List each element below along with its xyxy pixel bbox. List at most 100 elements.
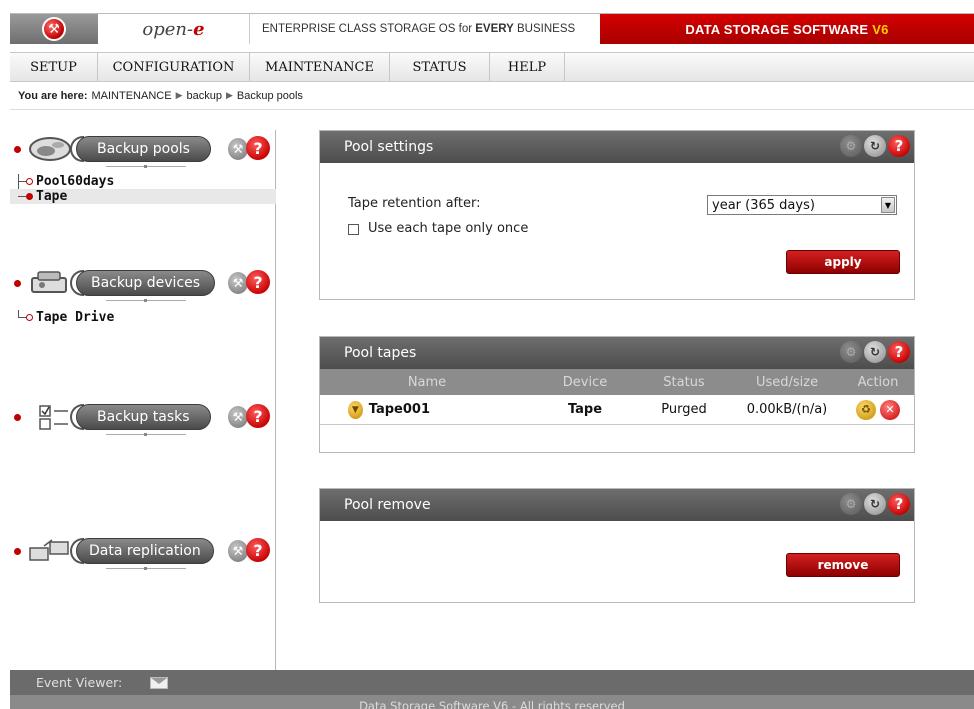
- panel-pool-settings: Pool settings ⚙ ↻ ? Tape retention after…: [319, 130, 915, 300]
- brand-cell: open-e: [98, 14, 250, 44]
- col-name: Name: [407, 374, 447, 390]
- top-header: ⚒ open-e ENTERPRISE CLASS STORAGE OS for…: [10, 13, 974, 44]
- logo-cell: ⚒: [10, 14, 98, 44]
- table-row: ▼ Tape001 Tape Purged 0.00kB/(n/a) ♻ ✕: [320, 395, 914, 425]
- data-replication-icon: [29, 539, 69, 561]
- tree-item-pool60days[interactable]: Pool60days: [10, 174, 276, 189]
- section-backup-devices: Backup devices ⚒ ?: [10, 264, 276, 310]
- chevron-right-icon: ▶: [175, 90, 183, 100]
- backup-tasks-icon: [39, 405, 68, 430]
- section-title-backup-devices[interactable]: Backup devices: [76, 270, 216, 296]
- section-backup-tasks: Backup tasks ⚒ ?: [10, 398, 276, 444]
- retention-select[interactable]: year (365 days) ▼: [707, 195, 897, 215]
- col-action: Action: [857, 374, 899, 390]
- slogan-suffix: BUSINESS: [517, 23, 576, 35]
- help-icon[interactable]: ?: [246, 404, 270, 428]
- help-icon[interactable]: ?: [888, 135, 910, 157]
- tape-device: Tape: [567, 402, 603, 417]
- help-icon[interactable]: ?: [246, 270, 270, 294]
- section-underline: [106, 567, 186, 570]
- tree-node-icon: [26, 193, 33, 200]
- breadcrumb-backup[interactable]: backup: [186, 90, 221, 102]
- menu-status[interactable]: STATUS: [390, 53, 490, 81]
- section-data-replication: Data replication ⚒ ?: [10, 532, 276, 578]
- chevron-right-icon: ▶: [225, 90, 233, 100]
- wrench-icon[interactable]: ⚒: [228, 138, 248, 160]
- breadcrumb-maintenance[interactable]: MAINTENANCE: [92, 90, 172, 102]
- apply-button[interactable]: apply: [786, 250, 900, 274]
- help-icon[interactable]: ?: [246, 136, 270, 160]
- tape-name-cell[interactable]: ▼ Tape001: [320, 400, 430, 419]
- wrench-icon[interactable]: ⚒: [228, 272, 248, 294]
- section-backup-pools: Backup pools ⚒ ?: [10, 130, 276, 176]
- refresh-icon[interactable]: ↻: [864, 493, 886, 515]
- settings-icon: ⚙: [840, 493, 862, 515]
- product-title: DATA STORAGE SOFTWARE V6: [600, 14, 974, 44]
- section-dot: [14, 548, 21, 555]
- retention-label: Tape retention after:: [348, 196, 481, 211]
- settings-icon: ⚙: [840, 341, 862, 363]
- help-icon[interactable]: ?: [888, 341, 910, 363]
- mail-icon[interactable]: [150, 676, 169, 689]
- breadcrumb: You are here: MAINTENANCE ▶ backup ▶ Bac…: [10, 82, 974, 110]
- main-menu: SETUP CONFIGURATION MAINTENANCE STATUS H…: [10, 52, 974, 82]
- tree-node-icon: [26, 314, 33, 321]
- section-title-backup-pools[interactable]: Backup pools: [76, 136, 211, 162]
- col-status: Status: [663, 374, 705, 390]
- event-viewer-label: Event Viewer:: [36, 675, 123, 690]
- refresh-icon[interactable]: ↻: [864, 341, 886, 363]
- menu-maintenance[interactable]: MAINTENANCE: [250, 53, 390, 81]
- breadcrumb-backup-pools[interactable]: Backup pools: [237, 90, 303, 102]
- tree-item-tape-drive[interactable]: Tape Drive: [10, 310, 276, 325]
- help-icon[interactable]: ?: [888, 493, 910, 515]
- col-device: Device: [562, 374, 608, 390]
- menu-configuration[interactable]: CONFIGURATION: [98, 53, 250, 81]
- product-name: DATA STORAGE SOFTWARE: [685, 21, 869, 37]
- menu-help[interactable]: HELP: [490, 53, 565, 81]
- panel-header: Pool settings ⚙ ↻ ?: [320, 131, 914, 163]
- expand-arrow-icon[interactable]: ▼: [348, 400, 363, 419]
- dropdown-arrow-icon: ▼: [881, 197, 895, 213]
- help-icon[interactable]: ?: [246, 538, 270, 562]
- section-dot: [14, 146, 21, 153]
- slogan-prefix: ENTERPRISE CLASS STORAGE OS for: [262, 23, 473, 35]
- slogan: ENTERPRISE CLASS STORAGE OS for EVERY BU…: [250, 14, 600, 44]
- use-once-checkbox[interactable]: [348, 224, 359, 235]
- panel-icons: ⚙ ↻ ?: [840, 341, 910, 363]
- section-dot: [14, 414, 21, 421]
- breadcrumb-prefix: You are here:: [18, 89, 88, 102]
- slogan-bold: EVERY: [475, 23, 514, 35]
- section-dot: [14, 280, 21, 287]
- remove-button[interactable]: remove: [786, 553, 900, 577]
- section-underline: [106, 299, 186, 302]
- panel-header: Pool tapes ⚙ ↻ ?: [320, 337, 914, 369]
- wrench-icon[interactable]: ⚒: [228, 406, 248, 428]
- recycle-icon[interactable]: ♻: [856, 399, 876, 420]
- tape-actions: ♻ ✕: [842, 399, 914, 420]
- tree-item-tape[interactable]: Tape: [10, 189, 276, 204]
- section-title-backup-tasks[interactable]: Backup tasks: [76, 404, 211, 430]
- menu-setup[interactable]: SETUP: [10, 53, 98, 81]
- use-once-label: Use each tape only once: [368, 221, 529, 236]
- delete-icon[interactable]: ✕: [880, 399, 900, 420]
- copyright: Data Storage Software V6 - All rights re…: [10, 695, 974, 709]
- backup-pools-icon: [29, 137, 71, 161]
- sidebar: Backup pools ⚒ ? Pool60days Tape Backup …: [10, 130, 276, 670]
- panel-title: Pool settings: [344, 139, 434, 155]
- panel-title: Pool tapes: [344, 345, 417, 361]
- col-used-size: Used/size: [755, 374, 819, 390]
- refresh-icon[interactable]: ↻: [864, 135, 886, 157]
- tape-name: Tape001: [368, 402, 430, 417]
- retention-value: year (365 days): [712, 197, 815, 213]
- section-title-data-replication[interactable]: Data replication: [76, 538, 214, 564]
- tape-used-size: 0.00kB/(n/a): [746, 402, 828, 417]
- wrench-icon[interactable]: ⚒: [228, 540, 248, 562]
- tree-branch: [18, 181, 26, 182]
- tape-status: Purged: [661, 402, 707, 417]
- panel-header: Pool remove ⚙ ↻ ?: [320, 489, 914, 521]
- brand-logo: open-e: [142, 18, 205, 40]
- panel-icons: ⚙ ↻ ?: [840, 493, 910, 515]
- tools-logo-icon: ⚒: [42, 17, 66, 41]
- panel-title: Pool remove: [344, 497, 431, 513]
- tree-backup-devices: Tape Drive: [10, 310, 276, 325]
